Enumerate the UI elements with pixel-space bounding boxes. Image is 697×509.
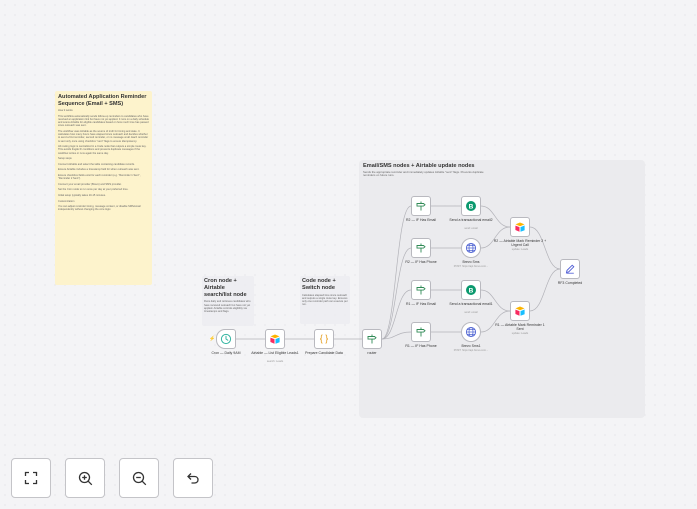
node-router[interactable] <box>362 329 382 349</box>
node-label: Cron — Daily 9AM <box>211 351 241 355</box>
signpost-icon <box>416 201 426 211</box>
connections <box>236 205 561 340</box>
zoom-out-button[interactable] <box>119 458 159 498</box>
node-label: R1 — IF Has Phone <box>405 344 437 348</box>
clock-icon <box>220 333 232 345</box>
node-subtitle: send: email <box>464 311 478 314</box>
svg-text:B: B <box>469 287 474 294</box>
node-label: R1 — Airtable Mark Reminder 1 Sent <box>495 323 545 332</box>
brevo-icon: B <box>466 285 476 295</box>
node-label: R1 — IF Has Email <box>406 302 436 306</box>
globe-icon <box>465 326 477 338</box>
airtable-icon <box>515 306 525 316</box>
node-subtitle: search: Leads <box>266 360 284 363</box>
node-brevo-sms[interactable] <box>461 238 481 258</box>
svg-text:B: B <box>469 203 474 210</box>
pencil-icon <box>565 264 575 274</box>
node-subtitle: send: email <box>464 227 478 230</box>
node-subtitle: POST: https://api.brevo.com... <box>453 265 489 268</box>
node-if-email-r2[interactable] <box>411 196 431 216</box>
signpost-icon <box>416 327 426 337</box>
signpost-icon <box>367 334 377 344</box>
undo-button[interactable] <box>173 458 213 498</box>
node-brevo-sms-1[interactable] <box>461 322 481 342</box>
node-airtable-mark-r2[interactable] <box>510 217 530 237</box>
node-airtable-list[interactable] <box>265 329 285 349</box>
node-prepare-candidate[interactable] <box>314 329 334 349</box>
signpost-icon <box>416 285 426 295</box>
code-braces-icon <box>319 334 329 344</box>
node-label: Brevo Sms1 <box>461 344 481 348</box>
undo-icon <box>187 473 199 484</box>
node-if-phone-r1[interactable] <box>411 322 431 342</box>
globe-icon <box>465 242 477 254</box>
node-label: R2 — IF Has Email <box>406 218 436 222</box>
brevo-icon: B <box>466 201 476 211</box>
node-if-email-r1[interactable] <box>411 280 431 300</box>
node-send-email-2[interactable]: B <box>461 196 481 216</box>
node-label: R2 — Airtable Mark Reminder 2 + Urgent C… <box>493 239 547 248</box>
zoom-in-icon <box>78 471 92 485</box>
node-label: router <box>367 351 377 355</box>
fit-view-button[interactable] <box>11 458 51 498</box>
zoom-out-icon <box>132 471 146 485</box>
node-if-phone-r2[interactable] <box>411 238 431 258</box>
node-label: Send a transactional email2 <box>449 218 493 222</box>
node-subtitle: update: Leads <box>511 248 529 251</box>
node-label: Airtable — List Eligible Leads1 <box>251 351 299 355</box>
trigger-bolt-icon: ⚡ <box>209 336 216 342</box>
zoom-in-button[interactable] <box>65 458 105 498</box>
fit-view-icon <box>24 471 38 485</box>
airtable-icon <box>515 222 525 232</box>
node-airtable-mark-r1[interactable] <box>510 301 530 321</box>
node-subtitle: update: Leads <box>511 332 529 335</box>
node-rf3-completed[interactable] <box>560 259 580 279</box>
node-cron-daily[interactable] <box>216 329 236 349</box>
node-label: R2 — IF Has Phone <box>405 260 437 264</box>
airtable-icon <box>270 334 280 344</box>
signpost-icon <box>416 243 426 253</box>
node-label: Send a transactional email1 <box>449 302 493 306</box>
node-label: RF3 Completed <box>557 281 583 285</box>
node-label: Brevo Sms <box>462 260 480 264</box>
node-send-email-1[interactable]: B <box>461 280 481 300</box>
node-subtitle: POST: https://api.brevo.com... <box>453 349 489 352</box>
